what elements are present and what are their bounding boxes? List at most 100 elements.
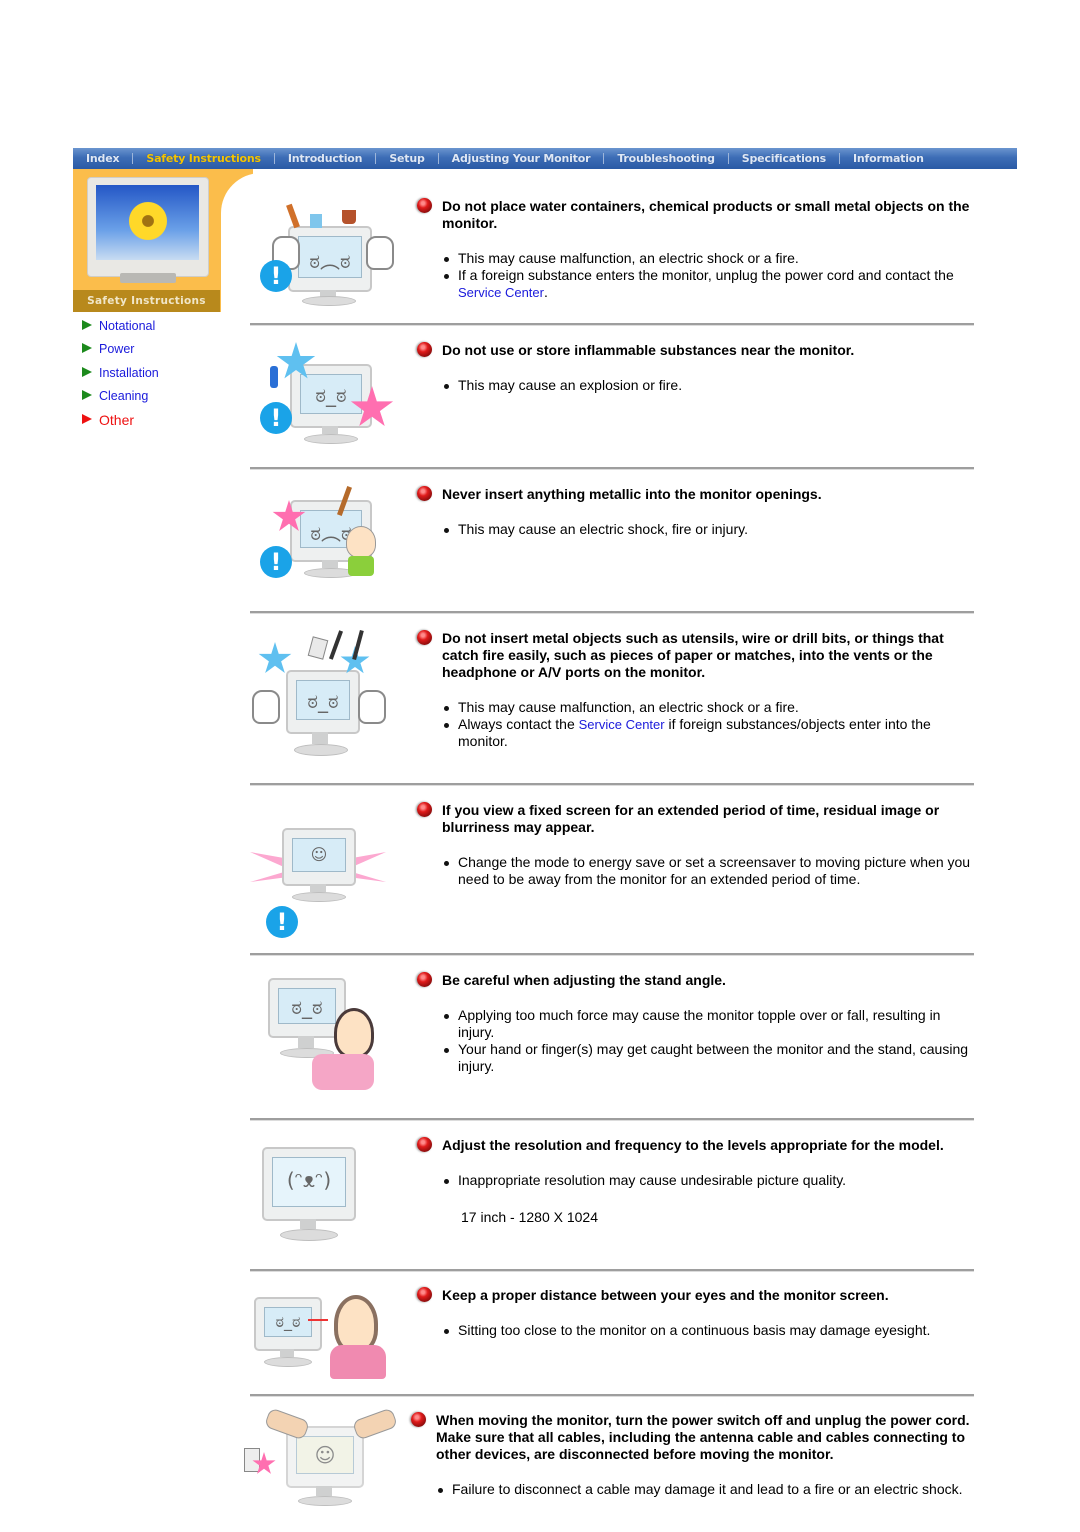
hand-icon	[252, 690, 280, 724]
monitor-illustration: ☺	[282, 828, 356, 886]
play-arrow-icon	[82, 343, 92, 354]
nav-information[interactable]: Information	[853, 152, 924, 165]
sidebar-item-label: Notational	[99, 318, 156, 333]
nav-separator	[727, 153, 729, 164]
list-item: Inappropriate resolution may cause undes…	[441, 1172, 974, 1189]
spray-can-icon	[270, 366, 278, 388]
person-too-close-illustration: ಠ_ಠ	[250, 1287, 400, 1407]
heading-text: Be careful when adjusting the stand angl…	[442, 972, 726, 988]
monitor-with-explosion-illustration: ಠ_ಠ !	[250, 342, 400, 462]
red-bullet-icon	[417, 1137, 432, 1152]
section-text: Keep a proper distance between your eyes…	[417, 1287, 974, 1339]
points-list: This may cause an electric shock, fire o…	[417, 521, 974, 538]
monitor-with-sparks-illustration: ಠ_ಠ	[250, 629, 400, 756]
sidebar-item-other[interactable]: Other	[82, 408, 159, 432]
section-text: When moving the monitor, turn the power …	[411, 1412, 974, 1498]
sidebar-item-installation[interactable]: Installation	[82, 361, 159, 385]
nav-introduction[interactable]: Introduction	[288, 152, 363, 165]
sidebar-item-notational[interactable]: Notational	[82, 314, 159, 338]
sidebar-item-label: Installation	[99, 365, 159, 380]
points-list: This may cause an explosion or fire.	[417, 377, 974, 394]
cup-icon	[310, 214, 322, 228]
points-list: Sitting too close to the monitor on a co…	[417, 1322, 974, 1339]
warning-icon: !	[260, 260, 292, 292]
list-item: Change the mode to energy save or set a …	[441, 854, 974, 888]
section-heading: Never insert anything metallic into the …	[417, 486, 974, 503]
list-item: This may cause an explosion or fire.	[441, 377, 974, 394]
service-center-link[interactable]: Service Center	[579, 717, 665, 732]
list-item: Failure to disconnect a cable may damage…	[435, 1481, 974, 1498]
hand-icon	[358, 690, 386, 724]
warning-icon: !	[260, 402, 292, 434]
section-text: Do not use or store inflammable substanc…	[417, 342, 974, 394]
bottle-icon	[286, 203, 300, 229]
section-heading: Keep a proper distance between your eyes…	[417, 1287, 974, 1304]
nav-specifications[interactable]: Specifications	[742, 152, 826, 165]
hand-icon	[366, 236, 394, 270]
child-icon	[346, 526, 376, 558]
wire-icon	[328, 630, 344, 660]
nav-separator	[839, 153, 840, 164]
nav-adjusting-your-monitor[interactable]: Adjusting Your Monitor	[452, 152, 591, 165]
paper-icon	[307, 636, 329, 660]
section-heading: Adjust the resolution and frequency to t…	[417, 1137, 974, 1154]
monitor-with-objects-illustration: ಠ︵ಠ !	[250, 198, 400, 318]
sidebar-item-label: Power	[99, 342, 135, 357]
list-item: Your hand or finger(s) may get caught be…	[441, 1041, 974, 1075]
points-list: Inappropriate resolution may cause undes…	[417, 1172, 974, 1189]
nav-troubleshooting[interactable]: Troubleshooting	[617, 152, 715, 165]
nav-separator	[375, 153, 377, 164]
section-text: If you view a fixed screen for an extend…	[417, 802, 974, 888]
list-item: Always contact the Service Center if for…	[441, 716, 974, 750]
points-list: This may cause malfunction, an electric …	[417, 250, 974, 301]
list-item: Sitting too close to the monitor on a co…	[441, 1322, 974, 1339]
red-bullet-icon	[417, 630, 432, 645]
heading-text: Never insert anything metallic into the …	[442, 486, 822, 502]
nav-separator	[437, 153, 439, 164]
section-heading: If you view a fixed screen for an extend…	[417, 802, 974, 836]
monitor-low-quality-illustration: (ᵔᴥᵔ)	[250, 1137, 400, 1257]
section-heading: Do not place water containers, chemical …	[417, 198, 974, 232]
monitor-illustration: ಠ_ಠ	[286, 670, 360, 734]
service-center-link[interactable]: Service Center	[458, 285, 544, 300]
monitor-screen	[96, 185, 199, 260]
nav-setup[interactable]: Setup	[389, 152, 425, 165]
points-list: This may cause malfunction, an electric …	[417, 699, 974, 750]
nav-safety-instructions[interactable]: Safety Instructions	[146, 152, 261, 165]
section-text: Adjust the resolution and frequency to t…	[417, 1137, 974, 1225]
section-text: Do not place water containers, chemical …	[417, 198, 974, 301]
section-divider	[250, 953, 974, 956]
person-adjusting-stand-illustration: ಠ_ಠ	[250, 972, 400, 1092]
warning-icon: !	[266, 906, 298, 938]
section-heading: When moving the monitor, turn the power …	[411, 1412, 974, 1463]
list-item: This may cause malfunction, an electric …	[441, 250, 974, 267]
sidebar-item-label: Other	[99, 411, 135, 428]
red-bullet-icon	[417, 802, 432, 817]
monitor-image	[87, 177, 209, 277]
sidebar-item-power[interactable]: Power	[82, 338, 159, 362]
play-arrow-icon	[82, 319, 92, 330]
child-inserting-metal-illustration: ಠ︵ಠ !	[250, 486, 400, 606]
red-bullet-icon	[417, 198, 432, 213]
red-bullet-icon	[411, 1412, 426, 1427]
play-arrow-icon	[82, 413, 92, 424]
sidebar-item-label: Cleaning	[99, 389, 149, 404]
nav-index[interactable]: Index	[86, 152, 120, 165]
child-body-icon	[348, 556, 374, 576]
woman-icon	[334, 1008, 374, 1058]
monitor-being-unplugged-illustration: ☺	[242, 1407, 399, 1532]
section-divider	[250, 1269, 974, 1272]
section-divider	[250, 1394, 974, 1397]
hand-icon	[351, 1407, 399, 1441]
sidebar-item-cleaning[interactable]: Cleaning	[82, 385, 159, 409]
section-heading: Do not insert metal objects such as uten…	[417, 630, 974, 681]
sidebar-nav: Notational Power Installation Cleaning O…	[82, 314, 159, 432]
heading-text: Keep a proper distance between your eyes…	[442, 1287, 889, 1303]
monitor-illustration: (ᵔᴥᵔ)	[262, 1147, 356, 1221]
section-text: Never insert anything metallic into the …	[417, 486, 974, 538]
resolution-note: 17 inch - 1280 X 1024	[461, 1209, 598, 1225]
heading-text: If you view a fixed screen for an extend…	[442, 802, 940, 835]
points-list: Change the mode to energy save or set a …	[417, 854, 974, 888]
section-heading: Be careful when adjusting the stand angl…	[417, 972, 974, 989]
flower-icon	[126, 199, 170, 243]
